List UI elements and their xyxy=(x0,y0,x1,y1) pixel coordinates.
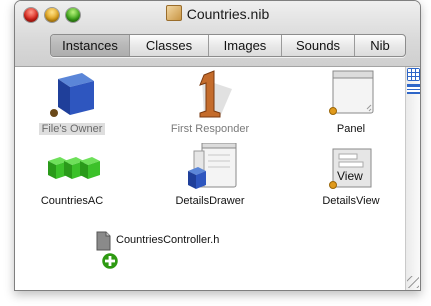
item-countries-ac[interactable]: CountriesAC xyxy=(17,147,127,209)
view-mode-switch xyxy=(406,67,420,95)
title-bar: Countries.nib Instances Classes Images S… xyxy=(15,1,420,67)
view-icon-text: View xyxy=(337,169,363,183)
drawer-icon xyxy=(188,143,237,189)
blue-cube-icon xyxy=(50,73,94,117)
instances-pane: File's Owner First Responder Panel Count… xyxy=(15,67,405,290)
tab-images[interactable]: Images xyxy=(208,35,281,56)
dragged-file-label: CountriesController.h xyxy=(116,234,220,246)
add-plus-icon xyxy=(100,251,120,271)
item-files-owner[interactable]: File's Owner xyxy=(17,67,127,137)
item-first-responder[interactable]: First Responder xyxy=(155,67,265,137)
dragged-file[interactable]: CountriesController.h xyxy=(95,231,275,271)
item-label: First Responder xyxy=(170,123,250,135)
vertical-scrollbar[interactable] xyxy=(405,67,420,290)
resize-grip-icon[interactable] xyxy=(407,276,419,288)
window-title-text: Countries.nib xyxy=(186,6,270,22)
panel-window-icon xyxy=(329,70,374,115)
list-view-icon[interactable] xyxy=(407,84,420,94)
item-details-view[interactable]: View DetailsView xyxy=(296,147,406,209)
item-label: DetailsView xyxy=(322,195,380,207)
header-file-icon xyxy=(96,231,111,251)
item-label: Panel xyxy=(336,123,366,135)
tab-bar: Instances Classes Images Sounds Nib xyxy=(50,34,406,57)
item-label: File's Owner xyxy=(38,123,106,135)
number-one-icon xyxy=(199,70,232,118)
item-label: DetailsDrawer xyxy=(175,195,245,207)
tab-instances[interactable]: Instances xyxy=(51,35,129,56)
nib-window: Countries.nib Instances Classes Images S… xyxy=(14,0,421,291)
tab-sounds[interactable]: Sounds xyxy=(281,35,354,56)
window-title: Countries.nib xyxy=(15,5,420,22)
array-controller-icon xyxy=(48,157,100,179)
tab-nib[interactable]: Nib xyxy=(354,35,405,56)
item-label: CountriesAC xyxy=(40,195,104,207)
tab-classes[interactable]: Classes xyxy=(129,35,208,56)
item-details-drawer[interactable]: DetailsDrawer xyxy=(155,143,265,209)
icon-view-icon[interactable] xyxy=(407,68,420,81)
item-panel[interactable]: Panel xyxy=(296,67,406,137)
nib-file-icon xyxy=(165,5,182,21)
